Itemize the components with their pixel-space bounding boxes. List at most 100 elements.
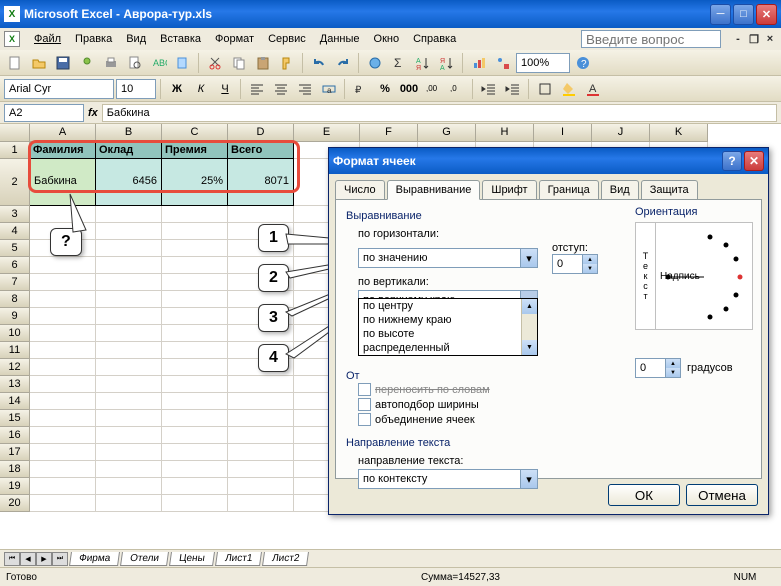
cell[interactable] [30, 257, 96, 274]
print-icon[interactable] [100, 52, 122, 74]
cancel-button[interactable]: Отмена [686, 484, 758, 506]
cell[interactable] [162, 461, 228, 478]
sheet-tab[interactable]: Фирма [69, 552, 120, 566]
cell[interactable] [30, 461, 96, 478]
orientation-control[interactable]: Текст Надпись [635, 222, 753, 330]
menu-view[interactable]: Вид [120, 31, 152, 47]
column-header[interactable]: J [592, 124, 650, 142]
menu-help[interactable]: Справка [407, 31, 579, 47]
cell[interactable] [30, 478, 96, 495]
minimize-button[interactable]: ─ [710, 4, 731, 25]
cell[interactable] [30, 427, 96, 444]
tab-fill[interactable]: Вид [601, 180, 639, 199]
cell[interactable] [30, 495, 96, 512]
menu-insert[interactable]: Вставка [154, 31, 207, 47]
cell[interactable] [96, 376, 162, 393]
dropdown-option[interactable]: по нижнему краю [359, 313, 537, 327]
cell[interactable] [162, 206, 228, 223]
cell[interactable] [30, 291, 96, 308]
borders-icon[interactable] [534, 78, 556, 100]
row-header[interactable]: 6 [0, 257, 30, 274]
cell[interactable] [30, 325, 96, 342]
cell[interactable]: Премия [162, 142, 228, 159]
align-left-icon[interactable] [246, 78, 268, 100]
tab-alignment[interactable]: Выравнивание [387, 180, 481, 200]
cell[interactable] [96, 223, 162, 240]
cut-icon[interactable] [204, 52, 226, 74]
copy-icon[interactable] [228, 52, 250, 74]
doc-minimize-button[interactable]: - [731, 32, 745, 46]
cell[interactable] [162, 393, 228, 410]
cell[interactable] [162, 359, 228, 376]
font-color-icon[interactable]: A [582, 78, 604, 100]
hyperlink-icon[interactable] [364, 52, 386, 74]
cell[interactable]: 25% [162, 159, 228, 206]
tab-number[interactable]: Число [335, 180, 385, 199]
cell[interactable] [96, 291, 162, 308]
cell[interactable] [162, 342, 228, 359]
maximize-button[interactable]: □ [733, 4, 754, 25]
tab-nav-prev-icon[interactable]: ◀ [20, 552, 36, 566]
cell[interactable] [162, 427, 228, 444]
sheet-tab[interactable]: Лист1 [215, 552, 262, 566]
inc-decimal-icon[interactable]: ,00 [422, 78, 444, 100]
row-header[interactable]: 4 [0, 223, 30, 240]
row-header[interactable]: 15 [0, 410, 30, 427]
cell[interactable] [162, 257, 228, 274]
align-center-icon[interactable] [270, 78, 292, 100]
cell[interactable] [96, 427, 162, 444]
cell[interactable] [228, 206, 294, 223]
dec-indent-icon[interactable] [478, 78, 500, 100]
dec-decimal-icon[interactable]: ,0 [446, 78, 468, 100]
fill-color-icon[interactable] [558, 78, 580, 100]
sheet-tab[interactable]: Лист2 [262, 552, 309, 566]
zoom-select[interactable]: 100% [516, 53, 570, 73]
row-header[interactable]: 10 [0, 325, 30, 342]
align-right-icon[interactable] [294, 78, 316, 100]
close-button[interactable]: ✕ [756, 4, 777, 25]
cell[interactable] [162, 274, 228, 291]
cell[interactable] [96, 325, 162, 342]
menu-data[interactable]: Данные [314, 31, 366, 47]
row-header[interactable]: 17 [0, 444, 30, 461]
row-header[interactable]: 7 [0, 274, 30, 291]
row-header[interactable]: 1 [0, 142, 30, 159]
menu-edit[interactable]: Правка [69, 31, 118, 47]
cell[interactable] [96, 308, 162, 325]
cell[interactable] [162, 308, 228, 325]
ask-input[interactable] [581, 30, 721, 48]
cell[interactable] [162, 240, 228, 257]
research-icon[interactable] [172, 52, 194, 74]
row-header[interactable]: 8 [0, 291, 30, 308]
menu-window[interactable]: Окно [368, 31, 406, 47]
paste-icon[interactable] [252, 52, 274, 74]
sheet-tab[interactable]: Цены [169, 552, 215, 566]
bold-icon[interactable]: Ж [166, 78, 188, 100]
cell[interactable] [162, 376, 228, 393]
row-header[interactable]: 20 [0, 495, 30, 512]
dialog-help-button[interactable]: ? [722, 151, 742, 171]
row-header[interactable]: 16 [0, 427, 30, 444]
column-header[interactable]: G [418, 124, 476, 142]
horizontal-combo[interactable]: по значению▾ [358, 248, 538, 268]
new-icon[interactable] [4, 52, 26, 74]
cell[interactable] [30, 393, 96, 410]
cell[interactable] [162, 291, 228, 308]
row-header[interactable]: 3 [0, 206, 30, 223]
underline-icon[interactable]: Ч [214, 78, 236, 100]
percent-icon[interactable]: % [374, 78, 396, 100]
name-box[interactable]: A2 [4, 104, 84, 122]
cell[interactable] [30, 376, 96, 393]
cell[interactable]: Всего [228, 142, 294, 159]
cell[interactable] [162, 444, 228, 461]
cell[interactable] [30, 444, 96, 461]
cell[interactable]: 6456 [96, 159, 162, 206]
sort-asc-icon[interactable]: АЯ [412, 52, 434, 74]
column-header[interactable]: B [96, 124, 162, 142]
indent-spinner[interactable]: 0 ▲▼ [552, 254, 598, 274]
cell[interactable] [96, 461, 162, 478]
cell[interactable] [30, 359, 96, 376]
undo-icon[interactable] [308, 52, 330, 74]
row-header[interactable]: 13 [0, 376, 30, 393]
ok-button[interactable]: ОК [608, 484, 680, 506]
